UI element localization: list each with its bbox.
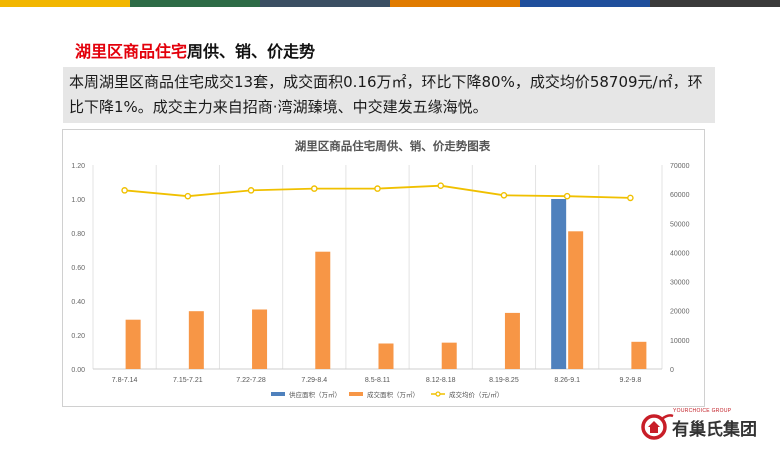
bar-sales	[568, 231, 584, 369]
y-right-tick-label: 10000	[670, 338, 690, 345]
y-left-tick-label: 0.20	[71, 333, 85, 340]
y-right-tick-label: 60000	[670, 192, 690, 199]
page-title-highlight: 湖里区商品住宅	[75, 42, 188, 61]
y-right-tick-label: 20000	[670, 309, 690, 316]
price-point	[374, 185, 381, 192]
y-right-tick-label: 30000	[670, 280, 690, 287]
price-point	[121, 187, 128, 194]
stripe-segment	[390, 0, 520, 7]
price-point	[500, 192, 508, 199]
house-circle-logo-icon	[641, 414, 674, 440]
y-right-tick-label: 40000	[670, 250, 690, 257]
y-left-tick-label: 1.20	[71, 163, 85, 170]
price-point	[310, 185, 318, 192]
legend-swatch	[349, 392, 363, 396]
legend-swatch	[271, 392, 285, 396]
logo-name: 有巢氏集团	[672, 420, 757, 440]
y-left-tick-label: 0.40	[71, 299, 85, 306]
stripe-segment	[260, 0, 390, 7]
x-tick-label: 7.8-7.14	[112, 377, 138, 384]
bar-sales	[441, 342, 457, 369]
y-right-tick-label: 0	[670, 367, 674, 374]
stripe-segment	[650, 0, 780, 7]
logo-tagline: YOURCHOICE GROUP	[673, 408, 732, 414]
legend-label: 供应面积（万㎡）	[289, 390, 341, 399]
x-tick-label: 9.2-9.8	[619, 377, 641, 384]
bar-sales	[504, 312, 520, 369]
price-point	[627, 194, 634, 202]
legend-label: 成交均价（元/㎡）	[449, 390, 503, 399]
y-left-tick-label: 0.80	[71, 231, 85, 238]
bar-sales	[252, 309, 268, 369]
bar-sales	[315, 251, 331, 369]
summary-text: 本周湖里区商品住宅成交13套，成交面积0.16万㎡，环比下降80%，成交均价58…	[69, 73, 703, 116]
y-left-tick-label: 0.00	[71, 367, 85, 374]
company-logo: YOURCHOICE GROUP 有巢氏集团	[640, 408, 775, 444]
price-point	[437, 182, 445, 189]
bar-supply	[551, 199, 567, 369]
stripe-segment	[0, 0, 130, 7]
y-right-tick-label: 50000	[670, 221, 690, 228]
y-right-tick-label: 70000	[670, 163, 690, 170]
chart-svg: 湖里区商品住宅周供、销、价走势图表 0.00 0.20 0.40 0.60 0.80 1.0…	[71, 139, 690, 399]
x-tick-label: 7.15-7.21	[173, 377, 203, 384]
summary-box: 本周湖里区商品住宅成交13套，成交面积0.16万㎡，环比下降80%，成交均价58…	[63, 67, 715, 123]
price-point	[184, 192, 192, 200]
bar-sales	[188, 311, 204, 369]
chart-container: 湖里区商品住宅周供、销、价走势图表 0.00 0.20 0.40 0.60 0.80 1.0…	[62, 129, 705, 407]
bar-sales	[378, 343, 394, 369]
legend-swatch-marker	[435, 391, 441, 397]
legend-label: 成交面积（万㎡）	[367, 390, 419, 399]
x-tick-label: 8.5-8.11	[365, 377, 390, 384]
x-tick-label: 7.29-8.4	[301, 377, 327, 384]
x-tick-label: 7.22-7.28	[236, 377, 266, 384]
top-color-stripe	[0, 0, 780, 7]
x-tick-label: 8.19-8.25	[489, 377, 519, 384]
price-point	[247, 187, 255, 194]
page-title-rest: 周供、销、价走势	[187, 42, 316, 61]
x-tick-label: 8.26-9.1	[554, 377, 580, 384]
x-tick-label: 8.12-8.18	[426, 377, 456, 384]
y-left-tick-label: 1.00	[71, 197, 85, 204]
stripe-segment	[130, 0, 260, 7]
chart-title: 湖里区商品住宅周供、销、价走势图表	[295, 139, 491, 153]
page-title: 湖里区商品住宅周供、销、价走势	[75, 38, 315, 62]
stripe-segment	[520, 0, 650, 7]
bar-sales	[125, 319, 141, 369]
y-left-tick-label: 0.60	[71, 265, 85, 272]
bar-sales	[631, 341, 647, 369]
price-point	[563, 192, 571, 200]
